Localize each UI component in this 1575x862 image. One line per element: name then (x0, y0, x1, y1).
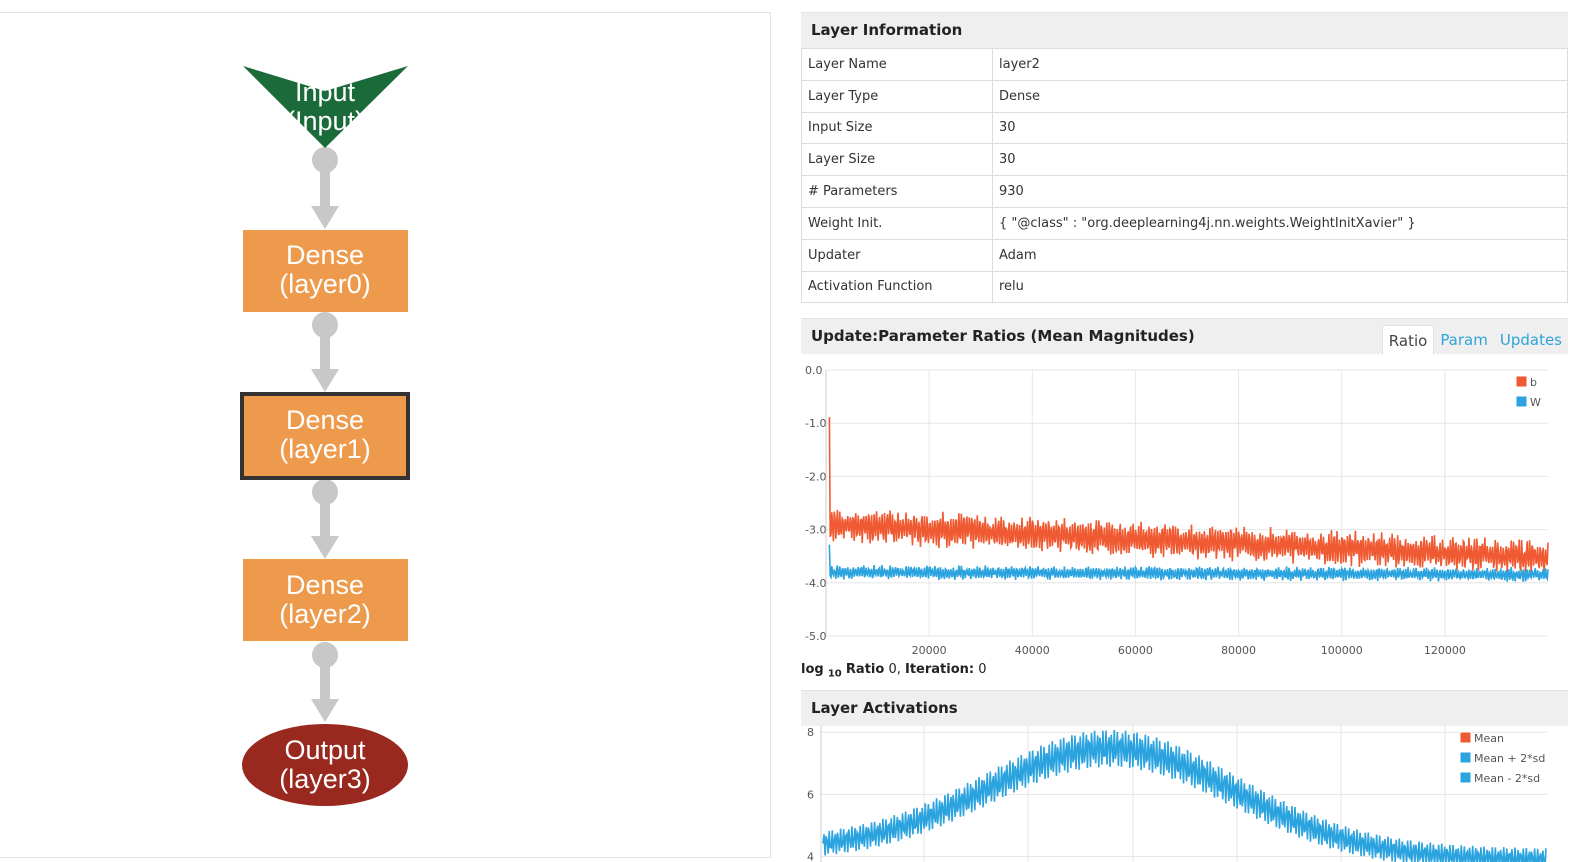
footer-log-base: 10 (827, 668, 842, 680)
layer-info-value: 30 (992, 111, 1568, 145)
footer-iteration-label: Iteration: (904, 662, 975, 677)
node-layer0-name: Dense (286, 240, 364, 270)
tab-param[interactable]: Param (1434, 325, 1494, 355)
ratio-xtick-label: 40000 (1015, 644, 1050, 654)
ratio-footer: log 10 Ratio 0, Iteration: 0 (801, 662, 987, 680)
act-ytick-label: 4 (807, 850, 814, 862)
ratio-ytick-label: -3.0 (805, 524, 826, 537)
act-legend-swatch (1459, 751, 1472, 764)
layer-info-value: Dense (992, 79, 1568, 113)
node-layer2-name: Dense (286, 570, 364, 600)
footer-ratio-label: Ratio (845, 662, 885, 677)
layer-info-value: relu (992, 270, 1568, 304)
layer-info-row: Weight Init.{ "@class" : "org.deeplearni… (801, 206, 1568, 240)
edge-input-layer0 (311, 147, 339, 229)
layer-info-value: 30 (992, 143, 1568, 177)
footer-log: log (801, 662, 824, 677)
node-layer1-name: Dense (286, 405, 364, 435)
layer-info-value: Adam (992, 238, 1568, 272)
layer-info-value: 930 (992, 175, 1568, 208)
ratio-legend-label: b (1530, 376, 1537, 389)
act-ytick-label: 6 (807, 788, 814, 801)
layer-info-value: { "@class" : "org.deeplearning4j.nn.weig… (992, 206, 1568, 240)
tab-ratio[interactable]: Ratio (1381, 325, 1435, 355)
act-legend-label: Mean (1474, 732, 1504, 745)
graph-node-output[interactable]: Output (layer3) (242, 724, 408, 806)
graph-node-layer1[interactable]: Dense (layer1) (240, 392, 410, 480)
layer-info-section: Layer Information Layer Name layer2 Layer … (801, 12, 1568, 304)
act-legend-label: Mean + 2*sd (1474, 752, 1545, 765)
ratio-legend-swatch (1515, 375, 1528, 388)
layer-details-column: Layer Information Layer Name layer2 Layer … (801, 12, 1568, 862)
node-input-sub: (Input) (286, 106, 364, 136)
ratio-legend-swatch (1515, 395, 1528, 408)
ratio-section: Update:Parameter Ratios (Mean Magnitudes… (801, 318, 1568, 680)
layer-info-row: Activation Function relu (801, 270, 1568, 304)
ratio-chart[interactable]: 0.0 -1.0 -2.0 -3.0 -4.0 -5.0 20000 40000 60000 80… (801, 354, 1568, 654)
layer-info-row: # Parameters 930 (801, 175, 1568, 208)
layer-info-row: Layer Size 30 (801, 143, 1568, 177)
node-layer2-sub: (layer2) (279, 599, 371, 629)
ratio-ytick-label: -2.0 (805, 470, 826, 483)
layer-info-value: layer2 (992, 48, 1568, 81)
act-series-line (822, 729, 1547, 862)
activations-chart[interactable]: 8 6 4 Mean Mean + 2*sd Mean - 2*sd (801, 726, 1568, 862)
layer-info-key: Updater (801, 238, 993, 272)
footer-iteration-value: 0 (978, 662, 987, 677)
ratio-ytick-label: -4.0 (805, 577, 826, 590)
network-graph[interactable]: Input (Input) Dense (layer0) Dense (laye… (0, 13, 771, 859)
layer-info-title: Layer Information (801, 12, 1568, 48)
activations-section: Layer Activations 8 6 4 Mean Mean + 2*sd Mean… (801, 690, 1568, 862)
ratio-xtick-label: 80000 (1221, 644, 1256, 654)
layer-info-key: Layer Name (801, 48, 993, 81)
layer-info-key: Activation Function (801, 270, 993, 304)
act-ytick-label: 8 (807, 726, 814, 739)
act-legend-swatch (1459, 731, 1472, 744)
layer-info-row: Layer Name layer2 (801, 48, 1568, 81)
graph-node-input[interactable]: Input (Input) (243, 66, 408, 148)
ratio-ytick-label: -5.0 (805, 630, 826, 643)
edge-layer0-layer1 (311, 312, 339, 392)
ratio-series-line-b (828, 417, 1549, 574)
ratio-section-header: Update:Parameter Ratios (Mean Magnitudes… (801, 318, 1568, 355)
edge-layer1-layer2 (311, 479, 339, 559)
ratio-ytick-label: 0.0 (805, 364, 823, 377)
footer-ratio-value: 0 (888, 662, 897, 677)
graph-node-layer0[interactable]: Dense (layer0) (243, 230, 408, 312)
layer-info-row: Updater Adam (801, 238, 1568, 272)
layer-info-key: Layer Size (801, 143, 993, 177)
ratio-xtick-label: 60000 (1118, 644, 1153, 654)
layer-info-row: Layer Type Dense (801, 79, 1568, 113)
layer-info-key: Weight Init. (801, 206, 993, 240)
layer-info-key: # Parameters (801, 175, 993, 208)
layer-info-key: Layer Type (801, 79, 993, 113)
act-legend-label: Mean - 2*sd (1474, 772, 1540, 785)
layer-info-row: Input Size 30 (801, 111, 1568, 145)
activations-title: Layer Activations (801, 690, 1568, 726)
ratio-section-title: Update:Parameter Ratios (Mean Magnitudes… (811, 327, 1195, 345)
node-layer0-sub: (layer0) (279, 269, 371, 299)
ratio-legend-label: W (1530, 396, 1541, 409)
tab-updates[interactable]: Updates (1494, 325, 1568, 355)
act-legend-swatch (1459, 771, 1472, 784)
ratio-ytick-label: -1.0 (805, 417, 826, 430)
ratio-tabs: Ratio Param Updates (1381, 319, 1568, 355)
ratio-xtick-label: 20000 (912, 644, 947, 654)
node-output-sub: (layer3) (279, 764, 371, 794)
graph-node-layer2[interactable]: Dense (layer2) (243, 559, 408, 641)
layer-info-key: Input Size (801, 111, 993, 145)
ratio-xtick-label: 100000 (1321, 644, 1363, 654)
node-output-name: Output (284, 735, 366, 765)
node-layer1-sub: (layer1) (279, 434, 371, 464)
node-input-name: Input (295, 77, 356, 107)
ratio-xtick-label: 120000 (1424, 644, 1466, 654)
network-graph-panel[interactable]: Input (Input) Dense (layer0) Dense (laye… (0, 12, 771, 858)
layer-info-table: Layer Name layer2 Layer Type Dense Input Siz… (801, 48, 1568, 304)
edge-layer2-output (311, 642, 339, 722)
